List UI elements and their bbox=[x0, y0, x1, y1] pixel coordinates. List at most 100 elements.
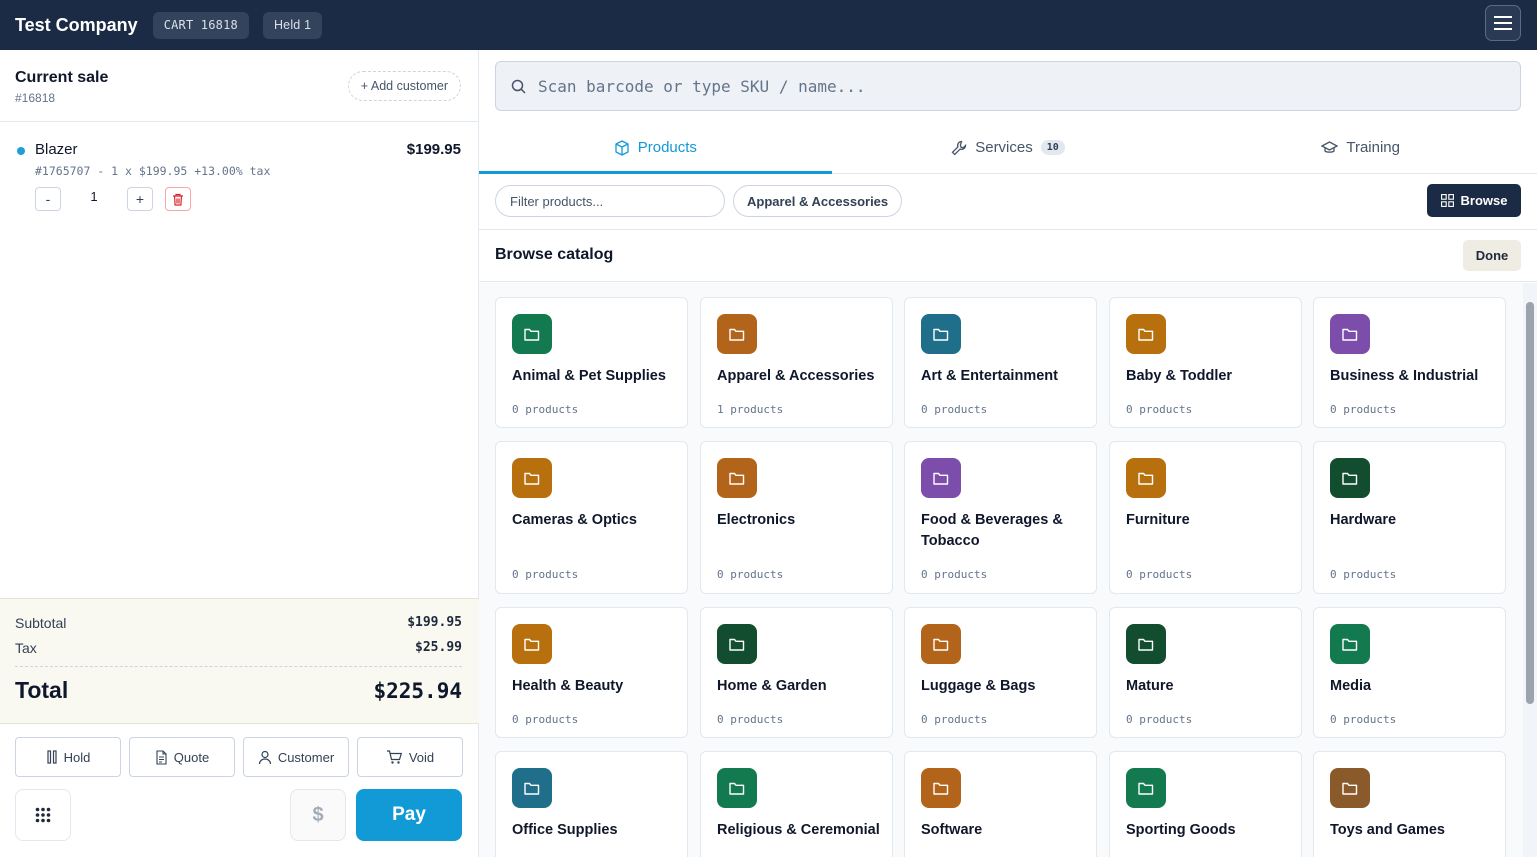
done-button[interactable]: Done bbox=[1463, 240, 1521, 271]
category-folder-icon bbox=[921, 624, 961, 664]
category-card[interactable]: Health & Beauty 0 products bbox=[495, 607, 688, 738]
cart-actions: Hold Quote Customer Void bbox=[15, 737, 463, 777]
remove-line-button[interactable] bbox=[165, 187, 191, 211]
category-name: Media bbox=[1330, 678, 1372, 694]
tab-services-label: Services bbox=[975, 139, 1033, 156]
sale-header: Current sale #16818 + Add customer bbox=[0, 50, 478, 122]
graduation-cap-icon bbox=[1321, 140, 1339, 153]
category-card[interactable]: Art & Entertainment 0 products bbox=[904, 297, 1097, 428]
quantity-value[interactable]: 1 bbox=[84, 189, 104, 204]
tab-training-label: Training bbox=[1346, 139, 1400, 156]
category-name: Office Supplies bbox=[512, 822, 618, 838]
category-name: Religious & Ceremonial bbox=[717, 822, 880, 838]
decrease-qty-button[interactable]: - bbox=[35, 187, 61, 211]
increase-qty-button[interactable]: + bbox=[127, 187, 153, 211]
quote-button[interactable]: Quote bbox=[129, 737, 235, 777]
folder-icon bbox=[1342, 638, 1358, 651]
held-badge[interactable]: Held 1 bbox=[262, 11, 323, 39]
category-card[interactable]: Food & Beverages & Tobacco 0 products bbox=[904, 441, 1097, 594]
category-card[interactable]: Office Supplies0 products bbox=[495, 751, 688, 857]
category-card[interactable]: Mature 0 products bbox=[1109, 607, 1302, 738]
catalog-header: Browse catalog Done bbox=[479, 230, 1537, 282]
category-folder-icon bbox=[1330, 314, 1370, 354]
category-card[interactable]: Home & Garden 0 products bbox=[700, 607, 893, 738]
category-folder-icon bbox=[921, 768, 961, 808]
folder-icon bbox=[933, 328, 949, 341]
category-card[interactable]: Sporting Goods0 products bbox=[1109, 751, 1302, 857]
category-card[interactable]: Software0 products bbox=[904, 751, 1097, 857]
catalog-panel: Scan barcode or type SKU / name... Produ… bbox=[479, 50, 1537, 857]
scrollbar-thumb[interactable] bbox=[1526, 302, 1534, 704]
category-card[interactable]: Cameras & Optics 0 products bbox=[495, 441, 688, 594]
tab-services[interactable]: Services 10 bbox=[832, 122, 1185, 173]
pause-icon bbox=[47, 750, 57, 764]
sale-title: Current sale bbox=[15, 69, 109, 86]
category-folder-icon bbox=[512, 458, 552, 498]
company-name: Test Company bbox=[15, 14, 138, 35]
category-card[interactable]: Hardware 0 products bbox=[1313, 441, 1506, 594]
category-card[interactable]: Electronics 0 products bbox=[700, 441, 893, 594]
cart-line-item[interactable]: Blazer $199.95 #1765707 - 1 x $199.95 +1… bbox=[0, 138, 479, 218]
category-folder-icon bbox=[921, 458, 961, 498]
add-customer-button[interactable]: + Add customer bbox=[347, 71, 461, 101]
filter-products-input[interactable]: Filter products... bbox=[495, 185, 725, 217]
void-button[interactable]: Void bbox=[357, 737, 463, 777]
subtotal-label: Subtotal bbox=[15, 615, 67, 631]
category-folder-icon bbox=[717, 314, 757, 354]
category-card[interactable]: Luggage & Bags 0 products bbox=[904, 607, 1097, 738]
cart-badge[interactable]: CART 16818 bbox=[152, 11, 249, 39]
tax-row: Tax $25.99 bbox=[15, 640, 462, 656]
category-card[interactable]: Apparel & Accessories 1 products bbox=[700, 297, 893, 428]
category-count: 0 products bbox=[1330, 713, 1397, 726]
folder-icon bbox=[524, 638, 540, 651]
sale-number: #16818 bbox=[15, 91, 56, 105]
tab-products[interactable]: Products bbox=[479, 122, 832, 174]
services-count-badge: 10 bbox=[1040, 140, 1065, 155]
tab-training[interactable]: Training bbox=[1184, 122, 1537, 173]
hold-button[interactable]: Hold bbox=[15, 737, 121, 777]
box-icon bbox=[615, 139, 629, 156]
category-card[interactable]: Baby & Toddler 0 products bbox=[1109, 297, 1302, 428]
category-name: Hardware bbox=[1330, 512, 1397, 528]
category-filter-chip[interactable]: Apparel & Accessories bbox=[733, 185, 903, 217]
category-name: Toys and Games bbox=[1330, 822, 1445, 838]
category-folder-icon bbox=[1330, 624, 1370, 664]
keypad-button[interactable] bbox=[15, 789, 71, 841]
folder-icon bbox=[933, 782, 949, 795]
wrench-icon bbox=[951, 140, 967, 155]
folder-icon bbox=[1342, 328, 1358, 341]
totals-divider bbox=[15, 666, 462, 667]
category-folder-icon bbox=[1126, 458, 1166, 498]
category-card[interactable]: Religious & Ceremonial0 products bbox=[700, 751, 893, 857]
search-input[interactable]: Scan barcode or type SKU / name... bbox=[495, 61, 1521, 111]
category-card[interactable]: Media 0 products bbox=[1313, 607, 1506, 738]
subtotal-value: $199.95 bbox=[407, 615, 462, 630]
category-card[interactable]: Business & Industrial 0 products bbox=[1313, 297, 1506, 428]
menu-button[interactable] bbox=[1485, 5, 1521, 41]
subtotal-row: Subtotal $199.95 bbox=[15, 615, 462, 631]
category-count: 0 products bbox=[717, 713, 784, 726]
category-card[interactable]: Furniture 0 products bbox=[1109, 441, 1302, 594]
pay-button[interactable]: Pay bbox=[356, 789, 462, 841]
category-folder-icon bbox=[717, 768, 757, 808]
catalog-tabs: Products Services 10 Training bbox=[479, 122, 1537, 174]
category-name: Food & Beverages & Tobacco bbox=[921, 512, 1063, 549]
browse-button[interactable]: Browse bbox=[1427, 184, 1521, 217]
folder-icon bbox=[1138, 472, 1154, 485]
category-count: 0 products bbox=[717, 568, 784, 581]
category-count: 0 products bbox=[1126, 403, 1193, 416]
category-folder-icon bbox=[512, 768, 552, 808]
totals-panel: Subtotal $199.95 Tax $25.99 Total $225.9… bbox=[0, 598, 479, 724]
grid-dots-icon bbox=[35, 807, 51, 823]
document-icon bbox=[156, 749, 167, 765]
cash-button[interactable]: $ bbox=[290, 789, 346, 841]
scrollbar[interactable] bbox=[1523, 283, 1537, 857]
category-card[interactable]: Toys and Games0 products bbox=[1313, 751, 1506, 857]
category-name: Animal & Pet Supplies bbox=[512, 368, 666, 384]
category-name: Art & Entertainment bbox=[921, 368, 1058, 384]
line-item-price: $199.95 bbox=[406, 141, 461, 158]
total-value: $225.94 bbox=[373, 679, 462, 703]
category-name: Software bbox=[921, 822, 983, 838]
customer-button[interactable]: Customer bbox=[243, 737, 349, 777]
category-card[interactable]: Animal & Pet Supplies 0 products bbox=[495, 297, 688, 428]
